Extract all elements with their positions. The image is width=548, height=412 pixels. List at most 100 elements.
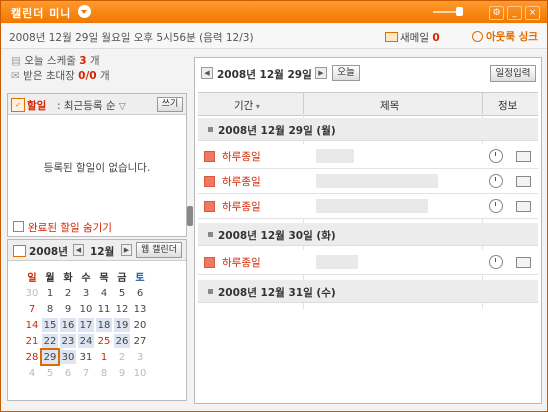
day-cell[interactable]: 7 <box>24 302 40 316</box>
outlook-sync-button[interactable]: 아웃룩 싱크 <box>486 29 538 44</box>
day-cell[interactable]: 17 <box>78 318 94 332</box>
schedule-period[interactable]: 하루종일 <box>222 255 261 270</box>
mail-icon[interactable] <box>385 32 398 42</box>
web-calendar-button[interactable]: 웹 캘린더 <box>136 242 182 258</box>
day-cell[interactable]: 11 <box>96 302 112 316</box>
sync-icon[interactable] <box>472 31 483 42</box>
schedule-item[interactable]: 하루종일 <box>198 144 538 169</box>
todo-write-button[interactable]: 쓰기 <box>157 97 183 112</box>
schedule-period[interactable]: 하루종일 <box>222 199 261 214</box>
prev-month-button[interactable]: ◀ <box>73 244 84 256</box>
column-period[interactable]: 기간 ▾ <box>234 98 260 113</box>
day-cell[interactable]: 9 <box>114 366 130 380</box>
share-icon[interactable] <box>516 176 531 187</box>
share-icon[interactable] <box>516 151 531 162</box>
day-cell[interactable]: 3 <box>78 286 94 300</box>
next-month-button[interactable]: ▶ <box>121 244 132 256</box>
settings-button[interactable]: ⚙ <box>489 6 504 20</box>
schedule-title-redacted[interactable] <box>316 149 354 163</box>
day-cell[interactable]: 16 <box>60 318 76 332</box>
invitation-unit: 개 <box>99 70 110 82</box>
hide-done-checkbox[interactable] <box>13 221 24 232</box>
menu-dropdown-icon[interactable] <box>78 5 91 18</box>
week-row: 28 29 30 31 1 2 3 <box>24 348 148 366</box>
day-cell[interactable]: 8 <box>42 302 58 316</box>
day-cell[interactable]: 1 <box>96 350 112 364</box>
day-cell[interactable]: 14 <box>24 318 40 332</box>
day-cell[interactable]: 10 <box>132 366 148 380</box>
day-cell-today[interactable]: 29 <box>40 348 60 366</box>
schedule-title-redacted[interactable] <box>316 199 428 213</box>
day-cell[interactable]: 7 <box>78 366 94 380</box>
invitation-line[interactable]: ✉ 받은 초대장 0/0 개 <box>11 69 110 84</box>
panel-collapse-handle[interactable] <box>187 206 193 226</box>
schedule-title-redacted[interactable] <box>316 174 438 188</box>
schedule-item[interactable]: 하루종일 <box>198 250 538 275</box>
alarm-clock-icon[interactable] <box>489 199 503 213</box>
day-cell[interactable]: 18 <box>96 318 112 332</box>
day-cell[interactable]: 30 <box>24 286 40 300</box>
todo-sort-label: : 최근등록 순 <box>57 100 116 112</box>
day-cell[interactable]: 27 <box>132 334 148 348</box>
alarm-clock-icon[interactable] <box>489 149 503 163</box>
new-mail-link[interactable]: 새메일 0 <box>400 30 440 45</box>
todo-sort-dropdown[interactable]: : 최근등록 순 ▽ <box>57 98 126 113</box>
bullet-icon <box>208 232 213 237</box>
day-cell[interactable]: 2 <box>114 350 130 364</box>
day-cell[interactable]: 8 <box>96 366 112 380</box>
day-cell[interactable]: 6 <box>60 366 76 380</box>
alarm-clock-icon[interactable] <box>489 174 503 188</box>
day-group-label: 2008년 12월 30일 (화) <box>218 230 336 242</box>
today-schedule-line[interactable]: ▤ 오늘 스케줄 3 개 <box>11 54 110 69</box>
close-button[interactable]: × <box>525 6 540 20</box>
day-cell[interactable]: 1 <box>42 286 58 300</box>
alarm-clock-icon[interactable] <box>489 255 503 269</box>
day-cell[interactable]: 19 <box>114 318 130 332</box>
day-cell[interactable]: 23 <box>60 334 76 348</box>
share-icon[interactable] <box>516 257 531 268</box>
day-cell[interactable]: 2 <box>60 286 76 300</box>
day-cell[interactable]: 22 <box>42 334 58 348</box>
calendar-month: 12월 <box>90 246 115 258</box>
day-cell[interactable]: 13 <box>132 302 148 316</box>
weekday-label: 토 <box>135 273 145 284</box>
add-schedule-button[interactable]: 일정입력 <box>490 65 536 82</box>
day-cell[interactable]: 20 <box>132 318 148 332</box>
day-cell[interactable]: 3 <box>132 350 148 364</box>
window-title: 캘린더 미니 <box>11 7 72 20</box>
schedule-title-redacted[interactable] <box>316 255 358 269</box>
hide-done-toggle[interactable]: 완료된 할일 숨기기 <box>13 220 112 235</box>
schedule-item[interactable]: 하루종일 <box>198 194 538 219</box>
day-cell[interactable]: 6 <box>132 286 148 300</box>
invitation-icon: ✉ <box>11 70 20 82</box>
day-cell[interactable]: 24 <box>78 334 94 348</box>
schedule-period[interactable]: 하루종일 <box>222 174 261 189</box>
day-cell[interactable]: 30 <box>60 350 76 364</box>
day-cell[interactable]: 15 <box>42 318 58 332</box>
today-button[interactable]: 오늘 <box>332 65 360 81</box>
calendar-mini-window: 캘린더 미니 ⚙ _ × 2008년 12월 29일 월요일 오후 5시56분 … <box>0 0 548 412</box>
title-bar[interactable]: 캘린더 미니 ⚙ _ × <box>1 1 547 23</box>
share-icon[interactable] <box>516 201 531 212</box>
opacity-slider-knob[interactable] <box>456 7 463 16</box>
minimize-button[interactable]: _ <box>507 6 522 20</box>
day-cell[interactable]: 5 <box>42 366 58 380</box>
day-cell[interactable]: 10 <box>78 302 94 316</box>
todo-title: 할일 <box>27 100 47 112</box>
prev-day-button[interactable]: ◀ <box>201 67 213 79</box>
category-color-icon <box>204 201 215 212</box>
day-cell[interactable]: 31 <box>78 350 94 364</box>
day-cell[interactable]: 4 <box>96 286 112 300</box>
schedule-item[interactable]: 하루종일 <box>198 169 538 194</box>
day-cell[interactable]: 21 <box>24 334 40 348</box>
day-cell[interactable]: 26 <box>114 334 130 348</box>
day-cell[interactable]: 4 <box>24 366 40 380</box>
day-cell[interactable]: 25 <box>96 334 112 348</box>
column-period-label: 기간 <box>234 100 254 112</box>
day-cell[interactable]: 28 <box>24 350 40 364</box>
day-cell[interactable]: 9 <box>60 302 76 316</box>
next-day-button[interactable]: ▶ <box>315 67 327 79</box>
day-cell[interactable]: 12 <box>114 302 130 316</box>
schedule-period[interactable]: 하루종일 <box>222 149 261 164</box>
day-cell[interactable]: 5 <box>114 286 130 300</box>
